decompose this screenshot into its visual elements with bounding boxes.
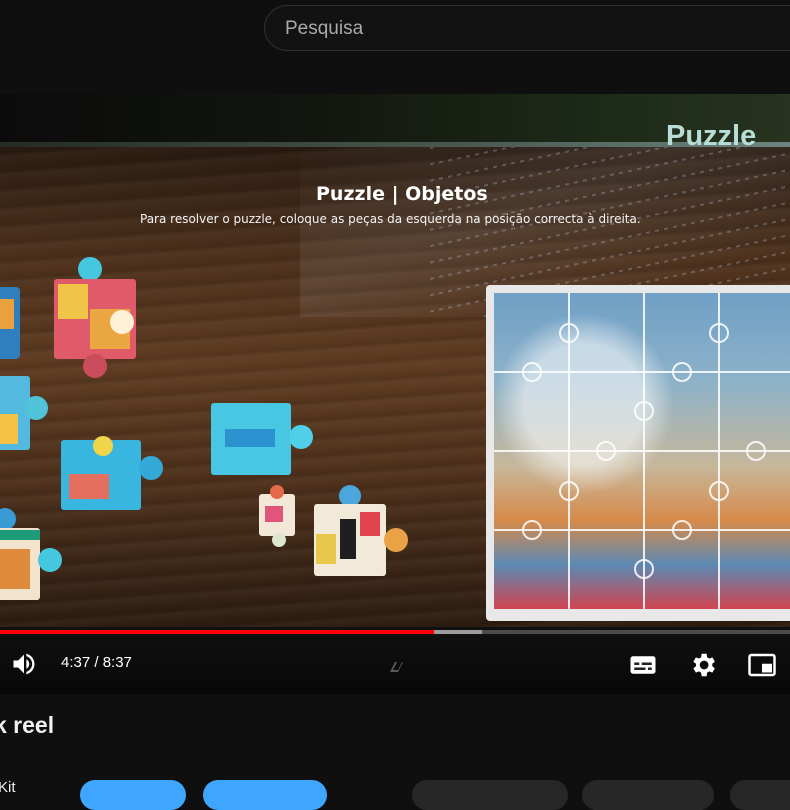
action-chip[interactable] — [80, 780, 186, 810]
search-box[interactable]: Pesquisa — [264, 5, 790, 51]
game-instructions: Para resolver o puzzle, coloque as peças… — [140, 212, 641, 226]
brand-logo-text: Puzzle — [666, 120, 757, 152]
puzzle-board — [486, 285, 790, 621]
puzzle-piece — [61, 436, 163, 510]
puzzle-piece — [259, 485, 295, 547]
time-display: 4:37 / 8:37 — [61, 654, 132, 671]
game-title: Puzzle | Objetos — [316, 183, 488, 205]
top-bar: Pesquisa — [0, 0, 790, 94]
video-player[interactable]: Puzzle Puzzle | Objetos Para resolver o … — [0, 94, 790, 694]
puzzle-piece — [0, 287, 20, 359]
volume-icon[interactable] — [10, 650, 38, 678]
puzzle-piece — [0, 508, 62, 600]
action-chip[interactable] — [412, 780, 568, 810]
progress-played[interactable] — [0, 630, 434, 634]
miniplayer-icon[interactable] — [747, 650, 777, 680]
puzzle-board-grid — [494, 293, 790, 609]
puzzle-piece — [0, 376, 48, 450]
monitor-logo — [390, 662, 403, 672]
action-chip[interactable] — [730, 780, 790, 810]
puzzle-piece — [314, 485, 408, 576]
channel-name[interactable]: Kit — [0, 779, 16, 796]
subtitles-icon[interactable] — [628, 650, 658, 680]
puzzle-piece — [211, 403, 313, 475]
puzzle-piece — [54, 257, 136, 378]
gear-icon[interactable] — [688, 650, 718, 680]
video-title: k reel — [0, 712, 55, 738]
action-chip[interactable] — [582, 780, 714, 810]
subscribe-button[interactable] — [203, 780, 327, 810]
search-input[interactable]: Pesquisa — [285, 18, 363, 40]
